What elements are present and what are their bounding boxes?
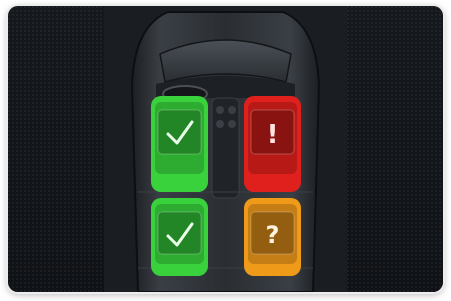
right-background-panel xyxy=(347,6,443,292)
seat-rear-right: ? xyxy=(244,198,301,276)
seat-rear-left xyxy=(151,198,208,276)
question-icon: ? xyxy=(266,221,280,249)
seat-status-display: ! ? xyxy=(8,6,443,292)
seat-front-left xyxy=(151,96,208,192)
center-console xyxy=(211,97,240,199)
left-background-panel xyxy=(8,6,104,292)
seat-front-right: ! xyxy=(244,96,301,192)
car-top-view: ! ? xyxy=(108,6,343,292)
warning-icon: ! xyxy=(267,120,279,150)
